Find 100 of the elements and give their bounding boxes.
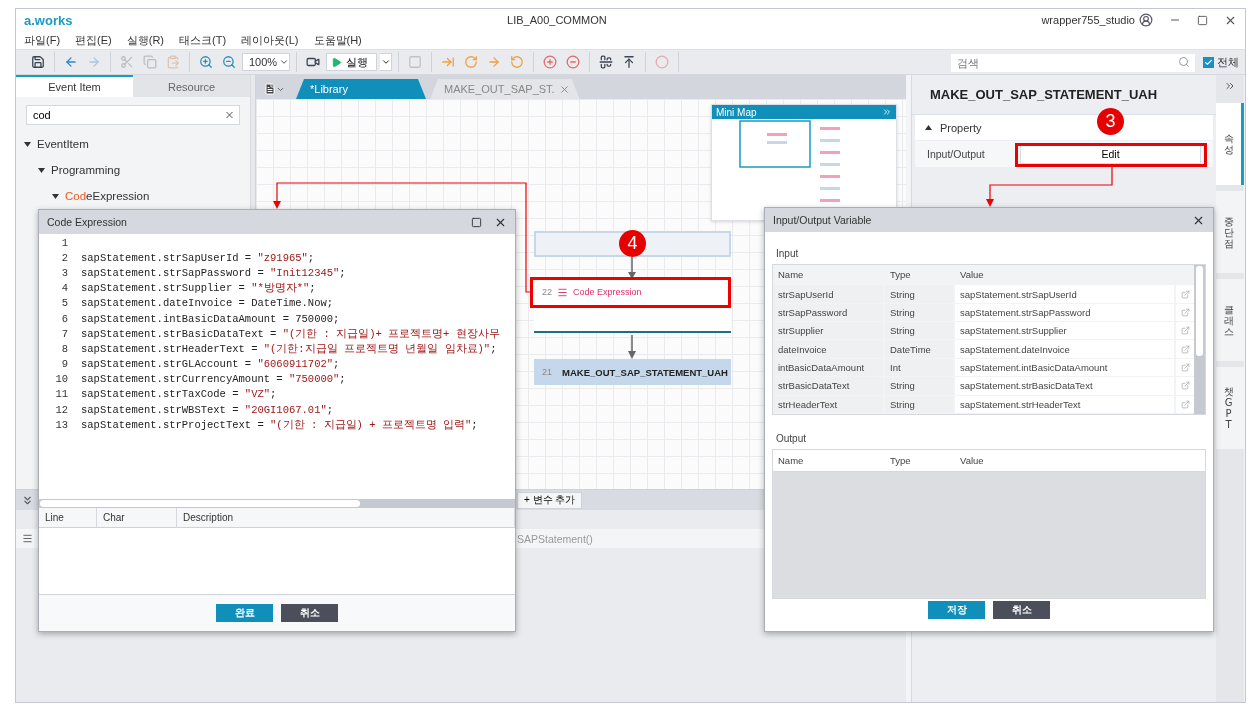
external-link-icon[interactable] <box>1176 377 1194 395</box>
line-number: 7 <box>60 327 68 340</box>
menu-item[interactable]: 편집(E) <box>75 32 112 48</box>
line-number: 4 <box>60 282 68 295</box>
table-cell: String <box>885 303 953 322</box>
code-line: sapStatement.strTaxCode = "VZ"; <box>81 388 278 401</box>
cancel-button[interactable]: 취소 <box>281 604 338 622</box>
tree-item[interactable]: Programming <box>51 164 121 176</box>
connector-arrow <box>628 257 636 279</box>
save-button[interactable]: 저장 <box>928 601 985 619</box>
lines-icon <box>557 287 568 298</box>
user-name: wrapper755_studio <box>1041 14 1135 26</box>
table-cell: String <box>885 285 953 303</box>
panel-tab[interactable]: Event Item <box>16 75 133 97</box>
line-number: 10 <box>54 373 68 386</box>
line-number: 1 <box>60 236 68 249</box>
connector-arrow <box>628 335 636 359</box>
side-tab[interactable]: 챗GPT <box>1216 367 1244 449</box>
menu-item[interactable]: 실행(R) <box>126 32 164 48</box>
app-logo: a.works <box>24 12 73 28</box>
table-cell: String <box>885 377 953 395</box>
external-link-icon[interactable] <box>1176 395 1194 414</box>
external-link-icon[interactable] <box>1176 358 1194 377</box>
minimap-title: Mini Map <box>716 106 757 118</box>
value-field[interactable]: sapStatement.strSupplier <box>955 322 1174 340</box>
node-label: Code Expression <box>573 287 642 297</box>
column-header: Description <box>177 508 515 527</box>
code-line: sapStatement.strWBSText = "20GI1067.01"; <box>81 403 335 416</box>
code-line: sapStatement.strHeaderText = "(기한:지급일 프로젝트명 년월일 임차료)"; <box>81 341 498 356</box>
menu-item[interactable]: 태스크(T) <box>179 32 227 48</box>
collapse-icon[interactable] <box>882 107 892 117</box>
table-cell: strSapPassword <box>773 303 883 322</box>
table-cell: strHeaderText <box>773 395 883 414</box>
value-field[interactable]: sapStatement.strSapUserId <box>955 285 1174 303</box>
code-line: sapStatement.strGLAccount = "6060911702"; <box>81 358 341 371</box>
table-cell: String <box>885 322 953 340</box>
tree-item[interactable]: EventItem <box>37 138 89 150</box>
caret-icon[interactable] <box>38 167 45 173</box>
external-link-icon[interactable] <box>1176 303 1194 322</box>
line-number: 9 <box>60 358 68 371</box>
value-field[interactable]: sapStatement.strHeaderText <box>955 395 1174 414</box>
list-icon[interactable] <box>22 533 33 544</box>
search-icon <box>1178 56 1190 68</box>
property-label: Input/Output <box>926 148 986 160</box>
side-tab[interactable]: 중단점 <box>1216 191 1244 273</box>
tree-item[interactable]: CodeExpression <box>65 190 150 202</box>
side-tab[interactable]: 클래스 <box>1216 279 1244 361</box>
external-link-icon[interactable] <box>1176 340 1194 358</box>
caret-icon[interactable] <box>52 193 59 199</box>
line-number: 11 <box>54 388 68 401</box>
window-title: LIB_A00_COMMON <box>506 14 608 26</box>
table-cell: String <box>885 395 953 414</box>
external-link-icon[interactable] <box>1176 322 1194 340</box>
maximize-icon[interactable] <box>1197 14 1208 26</box>
column-header: Name <box>777 454 805 468</box>
column-header: Name <box>777 268 805 283</box>
add-variable-button[interactable]: + 변수 추가 <box>517 491 583 509</box>
play-icon <box>331 56 342 68</box>
dropdown-caret-icon[interactable] <box>380 53 392 71</box>
node-label: MAKE_OUT_SAP_STATEMENT_UAH <box>562 366 728 378</box>
caret-icon[interactable] <box>925 125 932 130</box>
editor-tab[interactable]: *Library <box>296 79 426 99</box>
run-button[interactable]: 실행 <box>326 53 377 71</box>
value-field[interactable]: sapStatement.intBasicDataAmount <box>955 358 1174 377</box>
node-number: 21 <box>542 367 552 377</box>
table-cell: Int <box>885 358 953 377</box>
section-title: Property <box>940 121 982 134</box>
search-field[interactable]: 검색 <box>951 54 1195 72</box>
column-header: Value <box>959 268 985 283</box>
value-field[interactable]: sapStatement.dateInvoice <box>955 340 1174 358</box>
code-line: sapStatement.strSapUserId = "z91965"; <box>81 251 316 264</box>
side-tab[interactable]: 속성 <box>1216 103 1244 185</box>
section-label: Input <box>776 248 800 259</box>
code-line: sapStatement.strCurrencyAmount = "750000"; <box>81 373 347 386</box>
edit-button[interactable]: Edit <box>1020 144 1201 164</box>
table-cell: intBasicDataAmount <box>773 358 883 377</box>
cancel-button[interactable]: 취소 <box>993 601 1050 619</box>
menu-item[interactable]: 파일(F) <box>24 32 61 48</box>
maximize-icon[interactable] <box>471 216 482 228</box>
code-line: sapStatement.intBasicDataAmount = 750000; <box>81 312 341 325</box>
zoom-select[interactable]: 100% <box>242 53 290 71</box>
table-cell: dateInvoice <box>773 340 883 358</box>
menu-item[interactable]: 도움말(H) <box>313 32 362 48</box>
code-line: sapStatement.strSupplier = "*방명자*"; <box>81 281 317 296</box>
line-number: 3 <box>60 266 68 279</box>
line-number: 8 <box>60 342 68 355</box>
panel-tab[interactable]: Resource <box>133 75 250 97</box>
menu-item[interactable]: 레이아웃(L) <box>241 32 299 48</box>
filter-field[interactable]: cod <box>26 105 240 125</box>
clear-icon[interactable] <box>224 109 235 121</box>
confirm-button[interactable]: 완료 <box>216 604 273 622</box>
line-number: 13 <box>54 418 68 431</box>
checkbox[interactable] <box>1203 56 1214 68</box>
value-field[interactable]: sapStatement.strSapPassword <box>955 303 1174 322</box>
line-number: 5 <box>60 297 68 310</box>
code-line: sapStatement.dateInvoice = DateTime.Now; <box>81 297 335 310</box>
section-label: Output <box>776 433 808 444</box>
caret-icon[interactable] <box>24 141 31 147</box>
value-field[interactable]: sapStatement.strBasicDataText <box>955 377 1174 395</box>
external-link-icon[interactable] <box>1176 285 1194 303</box>
